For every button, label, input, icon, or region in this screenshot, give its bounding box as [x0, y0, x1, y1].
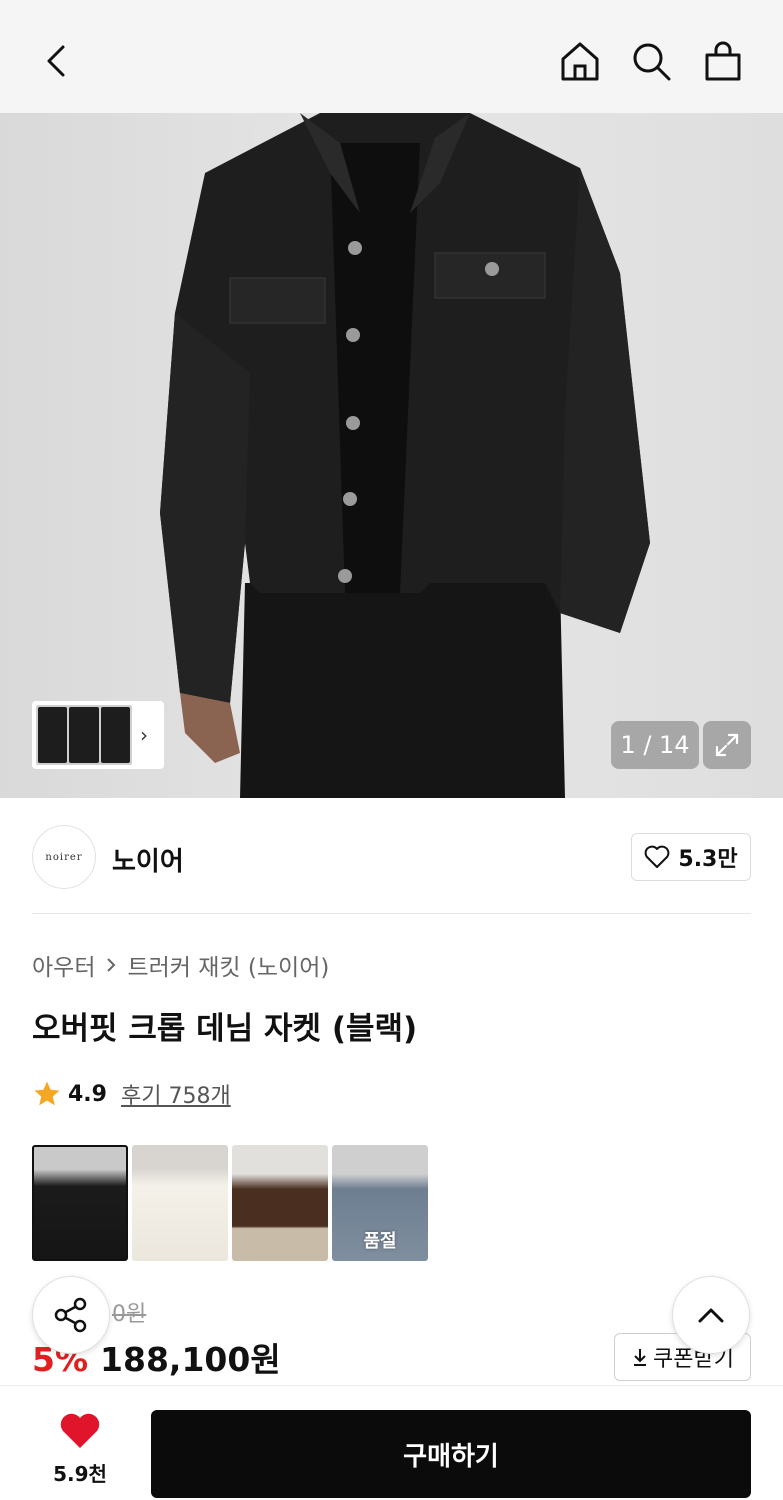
- product-image-gallery[interactable]: › 1 / 14: [0, 113, 783, 798]
- gallery-thumbnail-strip[interactable]: ›: [32, 701, 164, 769]
- home-icon: [561, 42, 599, 81]
- download-icon: [634, 1349, 647, 1366]
- brand-like-button[interactable]: 5.3만: [631, 833, 751, 881]
- rating-score: 4.9: [68, 1081, 107, 1107]
- product-title: 오버핏 크롭 데님 자켓 (블랙): [32, 1011, 418, 1047]
- original-price: 0원: [112, 1302, 147, 1327]
- star-icon: [34, 1081, 60, 1106]
- cart-button[interactable]: [698, 36, 748, 86]
- share-button[interactable]: [32, 1276, 110, 1354]
- brand-row: noirer 노이어 5.3만: [32, 825, 751, 889]
- brand-name[interactable]: 노이어: [112, 841, 184, 878]
- expand-button[interactable]: [703, 721, 751, 769]
- bottom-action-bar: 5.9천 구매하기: [0, 1385, 783, 1500]
- rating-row: 4.9 후기 758개: [32, 1078, 231, 1110]
- search-icon: [633, 43, 671, 81]
- sale-price: 188,100원: [100, 1340, 281, 1379]
- soldout-label: 품절: [363, 1231, 397, 1252]
- buy-button[interactable]: 구매하기: [151, 1410, 751, 1498]
- color-option-brown[interactable]: [232, 1145, 328, 1261]
- color-option-light-denim[interactable]: 품절: [332, 1145, 428, 1261]
- expand-icon: [715, 733, 739, 757]
- chevron-right-icon: ›: [140, 723, 148, 747]
- brand-logo[interactable]: noirer: [32, 825, 96, 889]
- image-counter: 1 / 14: [611, 721, 699, 769]
- share-icon: [54, 1297, 87, 1333]
- breadcrumb-category[interactable]: 아우터: [32, 948, 95, 982]
- shopping-bag-icon: [705, 41, 741, 81]
- chevron-left-icon: [47, 45, 65, 77]
- chevron-up-icon: [698, 1308, 724, 1323]
- breadcrumb-subcategory[interactable]: 트러커 재킷 (노이어): [127, 948, 329, 982]
- search-button[interactable]: [626, 36, 676, 86]
- breadcrumb: 아우터 트러커 재킷 (노이어): [32, 948, 329, 982]
- color-options: 품절: [32, 1145, 428, 1261]
- top-header: [0, 0, 783, 113]
- wishlist-button[interactable]: 5.9천: [32, 1412, 128, 1487]
- scroll-top-button[interactable]: [672, 1276, 750, 1354]
- heart-filled-icon: [60, 1413, 100, 1448]
- brand-like-count: 5.3만: [678, 847, 738, 872]
- divider: [32, 913, 751, 914]
- home-button[interactable]: [555, 36, 605, 86]
- color-option-white[interactable]: [132, 1145, 228, 1261]
- gallery-thumbnails: [36, 705, 132, 765]
- product-photo: [160, 113, 650, 798]
- color-option-black[interactable]: [32, 1145, 128, 1261]
- wishlist-count: 5.9천: [53, 1462, 107, 1486]
- heart-outline-icon: [645, 845, 670, 868]
- back-button[interactable]: [32, 36, 82, 86]
- review-link[interactable]: 후기 758개: [121, 1078, 231, 1110]
- chevron-right-icon: [107, 958, 116, 972]
